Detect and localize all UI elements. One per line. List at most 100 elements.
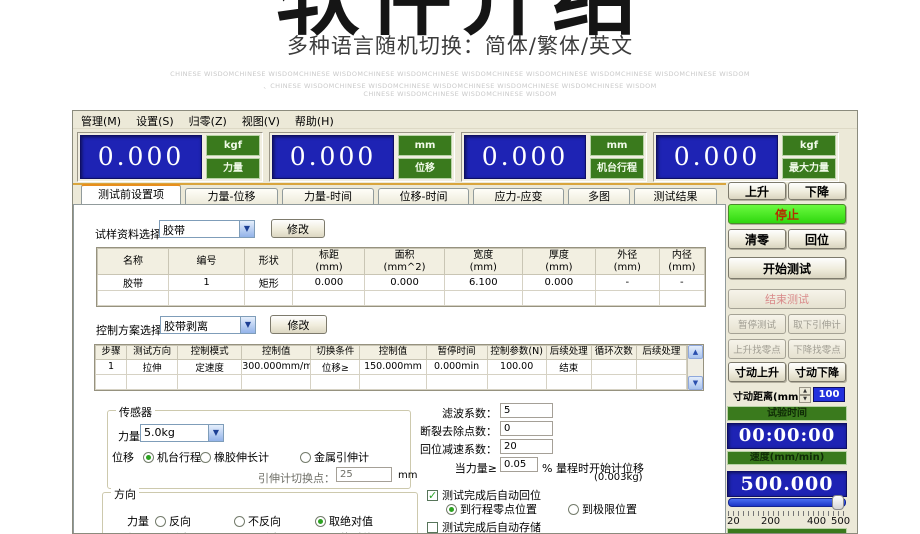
return-decel-input[interactable]: 20 bbox=[500, 439, 553, 454]
table-row[interactable]: 胶带 1 矩形 0.000 0.000 6.100 0.000 - - bbox=[98, 275, 705, 291]
col-header: 名称 bbox=[98, 249, 169, 275]
filter-input[interactable]: 5 bbox=[500, 403, 553, 418]
col-header: 控制模式 bbox=[178, 346, 242, 360]
max-force-label-badge: 最大力量 bbox=[782, 158, 836, 179]
checkbox-auto-save[interactable]: 测试完成后自动存储 bbox=[427, 519, 541, 534]
displacement-unit-badge: mm bbox=[398, 135, 452, 156]
threshold-input[interactable]: 0.05 bbox=[500, 457, 538, 472]
radio-metal-extensometer[interactable]: 金属引伸计 bbox=[300, 449, 369, 465]
tab-force-time[interactable]: 力量-时间 bbox=[282, 188, 374, 205]
radio-force-absolute[interactable]: 取绝对值 bbox=[315, 513, 373, 529]
table-row-empty bbox=[98, 291, 705, 306]
jog-down-button[interactable]: 寸动下降 bbox=[788, 362, 846, 382]
radio-stroke-absolute[interactable]: 取绝对值 bbox=[315, 530, 373, 534]
spinner-down-icon[interactable]: ▼ bbox=[799, 395, 811, 403]
radio-to-zero-position[interactable]: 到行程零点位置 bbox=[446, 501, 537, 517]
scheme-select-combo[interactable]: 胶带剥离 ▼ bbox=[160, 316, 256, 334]
sample-modify-button[interactable]: 修改 bbox=[271, 219, 325, 238]
return-button[interactable]: 回位 bbox=[788, 229, 846, 249]
sensor-force-label: 力量 bbox=[118, 428, 140, 444]
col-header: 测试方向 bbox=[127, 346, 178, 360]
tab-pretest-settings[interactable]: 测试前设置项 bbox=[81, 184, 181, 205]
radio-stroke-reverse[interactable]: 反向 bbox=[155, 530, 191, 534]
speed-slider-track[interactable] bbox=[728, 498, 846, 507]
tab-displacement-time[interactable]: 位移-时间 bbox=[378, 188, 469, 205]
col-header: 形状 bbox=[245, 249, 293, 275]
end-test-button[interactable]: 结束测试 bbox=[728, 289, 846, 309]
radio-to-limit-position[interactable]: 到极限位置 bbox=[568, 501, 637, 517]
scroll-down-icon[interactable]: ▼ bbox=[688, 376, 703, 390]
jog-up-button[interactable]: 寸动上升 bbox=[728, 362, 786, 382]
chevron-down-icon: ▼ bbox=[239, 221, 254, 237]
col-header: 后续处理 bbox=[546, 346, 591, 360]
sample-table-header-row: 名称 编号 形状 标距 (mm) 面积 (mm^2) 宽度 (mm) 厚度 (m… bbox=[98, 249, 705, 275]
break-remove-label: 断裂去除点数： bbox=[364, 423, 497, 439]
menu-item-zero[interactable]: 归零(Z) bbox=[189, 113, 227, 128]
watermark-line: 、CHINESE WISDOMCHINESE WISDOMCHINESE WIS… bbox=[0, 80, 920, 90]
menu-item-view[interactable]: 视图(V) bbox=[242, 113, 280, 128]
sensor-force-value: 5.0kg bbox=[141, 425, 208, 441]
filter-label: 滤波系数： bbox=[364, 405, 497, 421]
scheme-select-value: 胶带剥离 bbox=[161, 317, 240, 333]
col-header: 面积 (mm^2) bbox=[365, 249, 444, 275]
scheme-modify-button[interactable]: 修改 bbox=[270, 315, 327, 334]
radio-icon bbox=[315, 516, 326, 527]
display-force: 0.000 kgf 力量 bbox=[77, 132, 263, 182]
scale-label: 500 bbox=[831, 516, 850, 527]
menu-item-settings[interactable]: 设置(S) bbox=[136, 113, 174, 128]
up-find-zero-button[interactable]: 上升找零点 bbox=[728, 339, 786, 359]
radio-icon bbox=[200, 452, 211, 463]
scale-label: 400 bbox=[807, 516, 826, 527]
radio-icon bbox=[446, 504, 457, 515]
radio-machine-stroke[interactable]: 机台行程 bbox=[143, 449, 201, 465]
menu-item-manage[interactable]: 管理(M) bbox=[81, 113, 121, 128]
radio-force-reverse[interactable]: 反向 bbox=[155, 513, 191, 529]
sample-select-combo[interactable]: 胶带 ▼ bbox=[159, 220, 255, 238]
speed-slider-thumb[interactable] bbox=[832, 495, 844, 510]
tab-content: 试样资料选择 胶带 ▼ 修改 名称 编号 形状 标距 (mm) bbox=[73, 204, 726, 534]
scale-label: 200 bbox=[761, 516, 780, 527]
break-remove-input[interactable]: 0 bbox=[500, 421, 553, 436]
stop-button[interactable]: 停止 bbox=[728, 204, 846, 224]
stroke-unit-badge: mm bbox=[590, 135, 644, 156]
remove-extensometer-button[interactable]: 取下引伸计 bbox=[788, 314, 846, 334]
col-header: 控制值 bbox=[242, 346, 311, 360]
radio-force-no-reverse[interactable]: 不反向 bbox=[234, 513, 281, 529]
col-header: 循环次数 bbox=[591, 346, 636, 360]
col-header: 后续处理 bbox=[636, 346, 686, 360]
table-row[interactable]: 1 拉伸 定速度 300.000mm/min 位移≥ 150.000mm 0.0… bbox=[96, 359, 687, 374]
clear-button[interactable]: 清零 bbox=[728, 229, 786, 249]
tab-force-displacement[interactable]: 力量-位移 bbox=[185, 188, 278, 205]
scroll-up-icon[interactable]: ▲ bbox=[688, 345, 703, 359]
threshold-note: (0.003kg) bbox=[594, 472, 643, 483]
start-test-button[interactable]: 开始测试 bbox=[728, 257, 846, 279]
stroke-value: 0.000 bbox=[464, 135, 586, 179]
jog-distance-spinner[interactable]: ▲ ▼ bbox=[799, 387, 811, 402]
down-find-zero-button[interactable]: 下降找零点 bbox=[788, 339, 846, 359]
watermark-line: CHINESE WISDOMCHINESE WISDOMCHINESE WISD… bbox=[0, 70, 920, 78]
spinner-up-icon[interactable]: ▲ bbox=[799, 387, 811, 395]
pause-test-button[interactable]: 暂停测试 bbox=[728, 314, 786, 334]
radio-stroke-no-reverse[interactable]: 不反向 bbox=[234, 530, 281, 534]
radio-rubber-extensometer[interactable]: 橡胶伸长计 bbox=[200, 449, 269, 465]
threshold-prefix: 当力量≥ bbox=[364, 460, 497, 476]
slider-ruler bbox=[728, 511, 846, 516]
force-label-badge: 力量 bbox=[206, 158, 260, 179]
scheme-select-label: 控制方案选择 bbox=[96, 322, 162, 338]
col-header: 控制参数(N) bbox=[487, 346, 546, 360]
chevron-down-icon: ▼ bbox=[240, 317, 255, 333]
down-button[interactable]: 下降 bbox=[788, 182, 846, 200]
display-max-force: 0.000 kgf 最大力量 bbox=[653, 132, 839, 182]
col-header: 厚度 (mm) bbox=[522, 249, 595, 275]
up-button[interactable]: 上升 bbox=[728, 182, 786, 200]
tab-test-result[interactable]: 测试结果 bbox=[634, 188, 717, 205]
sensor-force-combo[interactable]: 5.0kg ▼ bbox=[140, 424, 224, 442]
tab-multi-graph[interactable]: 多图 bbox=[568, 188, 630, 205]
tab-stress-strain[interactable]: 应力-应变 bbox=[473, 188, 564, 205]
sensor-group-title: 传感器 bbox=[116, 404, 155, 420]
chevron-down-icon: ▼ bbox=[208, 425, 223, 441]
menu-item-help[interactable]: 帮助(H) bbox=[295, 113, 334, 128]
control-table: 步骤 测试方向 控制模式 控制值 切换条件 控制值 暂停时间 控制参数(N) 后… bbox=[94, 344, 704, 391]
jog-distance-value[interactable]: 100 bbox=[813, 387, 845, 402]
table-scrollbar[interactable]: ▲ ▼ bbox=[687, 345, 703, 390]
